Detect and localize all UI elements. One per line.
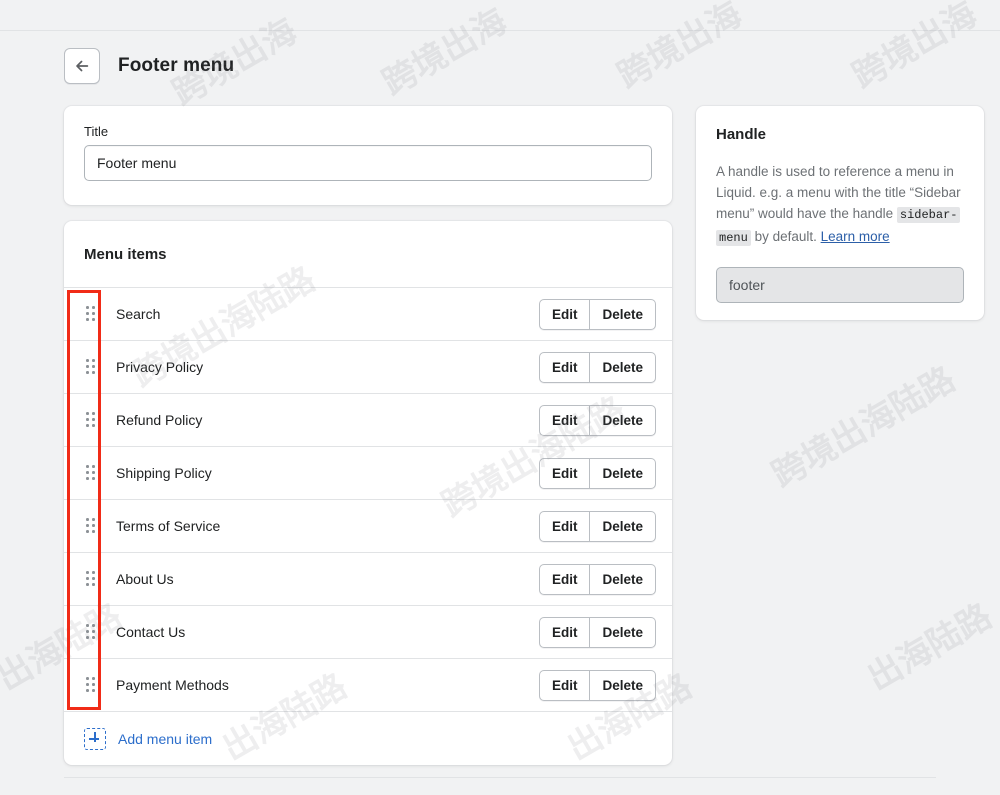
page-title: Footer menu [118,55,235,76]
menu-item-label: Terms of Service [116,518,221,534]
drag-handle-icon[interactable] [84,304,98,324]
edit-button[interactable]: Edit [538,457,591,489]
table-row[interactable]: Refund Policy Edit Delete [64,393,672,446]
drag-handle-icon[interactable] [84,463,98,483]
menu-items-heading: Menu items [84,245,167,263]
drag-handle-icon[interactable] [84,357,98,377]
table-row[interactable]: Terms of Service Edit Delete [64,499,672,552]
add-menu-item-button[interactable]: Add menu item [64,711,672,765]
row-actions: Edit Delete [538,298,656,330]
delete-button[interactable]: Delete [590,616,656,648]
delete-button[interactable]: Delete [590,298,656,330]
edit-button[interactable]: Edit [538,669,591,701]
row-actions: Edit Delete [538,457,656,489]
row-actions: Edit Delete [538,669,656,701]
watermark-text: 跨境出海 [845,0,984,97]
handle-description-part2: by default. [750,229,821,244]
handle-card-title: Handle [716,126,767,143]
menu-item-label: Refund Policy [116,412,203,428]
table-row[interactable]: About Us Edit Delete [64,552,672,605]
watermark-text: 跨境出海 [375,1,514,104]
menu-items-card: Menu items Search Edit Delete Privacy Po… [64,221,672,765]
row-actions: Edit Delete [538,404,656,436]
edit-button[interactable]: Edit [538,351,591,383]
edit-button[interactable]: Edit [538,404,591,436]
delete-button[interactable]: Delete [590,404,656,436]
handle-code-chip-2: menu [716,230,751,246]
row-actions: Edit Delete [538,351,656,383]
delete-button[interactable]: Delete [590,669,656,701]
watermark-text: 跨境出海 [610,0,749,97]
handle-input[interactable] [716,267,964,303]
menu-item-label: Privacy Policy [116,359,204,375]
bottom-divider [64,777,936,778]
drag-handle-icon[interactable] [84,675,98,695]
handle-description: A handle is used to reference a menu in … [716,161,964,249]
row-actions: Edit Delete [538,510,656,542]
title-card: Title [64,106,672,205]
menu-item-label: Shipping Policy [116,465,212,481]
delete-button[interactable]: Delete [590,563,656,595]
watermark-text: 出海陆路 [860,596,999,699]
watermark-text: 跨境出海陆路 [765,359,963,496]
table-row[interactable]: Shipping Policy Edit Delete [64,446,672,499]
page-header: Footer menu [64,48,234,84]
menu-item-label: Search [116,306,161,322]
handle-code-chip-1: sidebar- [896,207,961,223]
menu-item-label: Payment Methods [116,677,229,693]
drag-handle-icon[interactable] [84,410,98,430]
drag-handle-icon[interactable] [84,622,98,642]
delete-button[interactable]: Delete [590,510,656,542]
menu-item-label: Contact Us [116,624,186,640]
edit-button[interactable]: Edit [538,510,591,542]
edit-button[interactable]: Edit [538,563,591,595]
delete-button[interactable]: Delete [590,351,656,383]
edit-button[interactable]: Edit [538,298,591,330]
drag-handle-icon[interactable] [84,516,98,536]
arrow-left-icon [73,57,91,75]
table-row[interactable]: Contact Us Edit Delete [64,605,672,658]
edit-button[interactable]: Edit [538,616,591,648]
row-actions: Edit Delete [538,563,656,595]
table-row[interactable]: Privacy Policy Edit Delete [64,340,672,393]
title-input[interactable] [84,145,652,181]
handle-card: Handle A handle is used to reference a m… [696,106,984,320]
add-menu-item-label: Add menu item [118,730,213,747]
table-row[interactable]: Search Edit Delete [64,287,672,340]
row-actions: Edit Delete [538,616,656,648]
top-divider [0,30,1000,31]
learn-more-link[interactable]: Learn more [821,229,890,244]
add-square-icon [84,727,106,750]
menu-item-label: About Us [116,571,174,587]
title-field-label: Title [84,124,109,139]
back-button[interactable] [64,48,100,84]
table-row[interactable]: Payment Methods Edit Delete [64,658,672,711]
drag-handle-icon[interactable] [84,569,98,589]
delete-button[interactable]: Delete [590,457,656,489]
